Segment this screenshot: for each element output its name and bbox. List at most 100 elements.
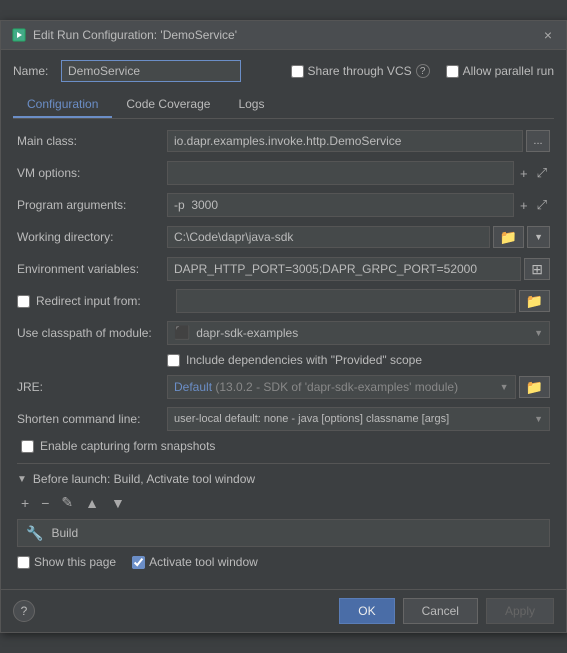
- tab-configuration[interactable]: Configuration: [13, 92, 112, 118]
- jre-default-text: Default: [174, 380, 212, 394]
- jre-detail-text: (13.0.2 - SDK of 'dapr-sdk-examples' mod…: [215, 380, 458, 394]
- shorten-label: Shorten command line:: [17, 412, 167, 426]
- redirect-row: Redirect input from: 📁: [17, 289, 550, 313]
- before-launch-title: Before launch: Build, Activate tool wind…: [33, 472, 255, 486]
- vm-expand-icon[interactable]: ⤢: [534, 164, 550, 182]
- title-bar: Edit Run Configuration: 'DemoService' ×: [1, 21, 566, 50]
- classpath-label: Use classpath of module:: [17, 326, 167, 340]
- redirect-label: Redirect input from:: [36, 294, 176, 308]
- program-args-input[interactable]: [167, 193, 514, 217]
- footer-left: ?: [13, 600, 35, 622]
- build-item: Build: [51, 526, 78, 540]
- before-launch-down-button[interactable]: ▼: [107, 492, 129, 513]
- apply-button[interactable]: Apply: [486, 598, 554, 624]
- share-help-icon[interactable]: ?: [416, 64, 430, 78]
- help-button[interactable]: ?: [13, 600, 35, 622]
- before-launch-section: ▼ Before launch: Build, Activate tool wi…: [17, 463, 550, 547]
- include-deps-label: Include dependencies with "Provided" sco…: [186, 353, 422, 367]
- shorten-field: user-local default: none - java [options…: [167, 407, 550, 431]
- allow-parallel-checkbox[interactable]: [446, 65, 459, 78]
- run-config-icon: [11, 27, 27, 43]
- include-deps-row: Include dependencies with "Provided" sco…: [167, 353, 550, 367]
- close-button[interactable]: ×: [540, 27, 556, 43]
- capture-row: Enable capturing form snapshots: [21, 439, 550, 453]
- redirect-checkbox[interactable]: [17, 295, 30, 308]
- classpath-dropdown-arrow: ▼: [534, 328, 543, 338]
- cancel-button[interactable]: Cancel: [403, 598, 478, 624]
- shorten-dropdown-arrow: ▼: [534, 414, 543, 424]
- dialog: Edit Run Configuration: 'DemoService' × …: [0, 20, 567, 633]
- jre-field: Default (13.0.2 - SDK of 'dapr-sdk-examp…: [167, 375, 550, 399]
- env-vars-row: Environment variables: ⊞: [17, 257, 550, 281]
- share-vcs-checkbox[interactable]: [291, 65, 304, 78]
- working-dir-browse-button[interactable]: 📁: [493, 226, 524, 248]
- prog-expand-icon[interactable]: ⤢: [534, 196, 550, 214]
- before-launch-remove-button[interactable]: −: [37, 492, 53, 513]
- vm-options-field: + ⤢: [167, 161, 550, 185]
- redirect-field: 📁: [176, 289, 550, 313]
- main-class-row: Main class: ...: [17, 129, 550, 153]
- capture-label: Enable capturing form snapshots: [40, 439, 215, 453]
- vm-add-icon[interactable]: +: [517, 165, 531, 182]
- capture-checkbox[interactable]: [21, 440, 34, 453]
- tab-code-coverage[interactable]: Code Coverage: [112, 92, 224, 118]
- program-args-row: Program arguments: + ⤢: [17, 193, 550, 217]
- classpath-field: ⬛ dapr-sdk-examples ▼: [167, 321, 550, 345]
- env-vars-label: Environment variables:: [17, 262, 167, 276]
- main-class-label: Main class:: [17, 134, 167, 148]
- working-dir-field: 📁 ▼: [167, 226, 550, 248]
- name-input[interactable]: [61, 60, 241, 82]
- footer-right: OK Cancel Apply: [339, 598, 554, 624]
- before-launch-list: 🔧 Build: [17, 519, 550, 547]
- program-args-label: Program arguments:: [17, 198, 167, 212]
- main-class-browse-button[interactable]: ...: [526, 130, 550, 152]
- jre-dropdown[interactable]: Default (13.0.2 - SDK of 'dapr-sdk-examp…: [167, 375, 516, 399]
- before-launch-up-button[interactable]: ▲: [81, 492, 103, 513]
- share-vcs-label[interactable]: Share through VCS ?: [291, 64, 430, 78]
- main-class-field: ...: [167, 130, 550, 152]
- shorten-dropdown[interactable]: user-local default: none - java [options…: [167, 407, 550, 431]
- before-launch-collapse[interactable]: ▼: [17, 474, 27, 485]
- before-launch-header: ▼ Before launch: Build, Activate tool wi…: [17, 472, 550, 486]
- dialog-title: Edit Run Configuration: 'DemoService': [33, 28, 237, 42]
- program-args-field: + ⤢: [167, 193, 550, 217]
- before-launch-edit-button[interactable]: ✎: [57, 492, 77, 513]
- activate-tool-checkbox[interactable]: [132, 556, 145, 569]
- jre-label: JRE:: [17, 380, 167, 394]
- activate-tool-label[interactable]: Activate tool window: [132, 555, 258, 569]
- tabs: Configuration Code Coverage Logs: [13, 92, 554, 119]
- ok-button[interactable]: OK: [339, 598, 394, 624]
- vm-options-input[interactable]: [167, 161, 514, 185]
- name-row-right: Share through VCS ? Allow parallel run: [291, 64, 554, 78]
- redirect-checkbox-wrapper: Redirect input from:: [17, 294, 176, 308]
- jre-browse-button[interactable]: 📁: [519, 376, 550, 398]
- before-launch-add-button[interactable]: +: [17, 492, 33, 513]
- prog-add-icon[interactable]: +: [517, 197, 531, 214]
- env-vars-browse-button[interactable]: ⊞: [524, 258, 550, 280]
- footer: ? OK Cancel Apply: [1, 589, 566, 632]
- module-icon: ⬛: [174, 325, 190, 341]
- include-deps-checkbox[interactable]: [167, 354, 180, 367]
- main-class-input[interactable]: [167, 130, 523, 152]
- name-label: Name:: [13, 64, 53, 78]
- shorten-value: user-local default: none - java [options…: [174, 413, 449, 425]
- classpath-value: dapr-sdk-examples: [196, 326, 298, 340]
- working-dir-input[interactable]: [167, 226, 490, 248]
- env-vars-field: ⊞: [167, 257, 550, 281]
- allow-parallel-label[interactable]: Allow parallel run: [446, 64, 554, 78]
- redirect-browse-button[interactable]: 📁: [519, 290, 550, 312]
- before-launch-toolbar: + − ✎ ▲ ▼: [17, 492, 550, 513]
- bottom-options: Show this page Activate tool window: [17, 555, 554, 569]
- env-vars-input[interactable]: [167, 257, 521, 281]
- shorten-row: Shorten command line: user-local default…: [17, 407, 550, 431]
- classpath-dropdown[interactable]: ⬛ dapr-sdk-examples ▼: [167, 321, 550, 345]
- working-dir-dropdown-button[interactable]: ▼: [527, 226, 550, 248]
- name-row: Name: Share through VCS ? Allow parallel…: [13, 60, 554, 82]
- classpath-row: Use classpath of module: ⬛ dapr-sdk-exam…: [17, 321, 550, 345]
- show-page-checkbox[interactable]: [17, 556, 30, 569]
- redirect-input[interactable]: [176, 289, 516, 313]
- dialog-content: Name: Share through VCS ? Allow parallel…: [1, 50, 566, 589]
- tab-logs[interactable]: Logs: [224, 92, 278, 118]
- show-page-label[interactable]: Show this page: [17, 555, 116, 569]
- working-dir-label: Working directory:: [17, 230, 167, 244]
